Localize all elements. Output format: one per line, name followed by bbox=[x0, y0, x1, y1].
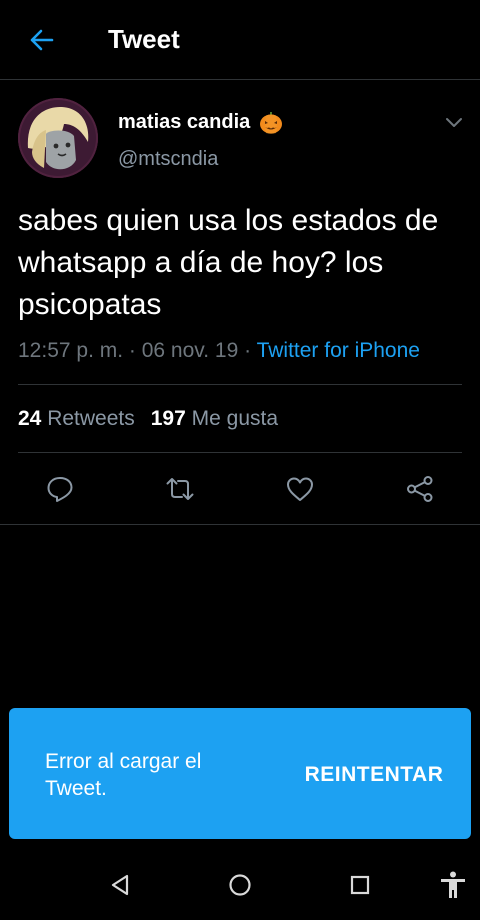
back-button[interactable] bbox=[22, 22, 62, 58]
tweet-action-bar bbox=[0, 468, 480, 508]
divider bbox=[18, 384, 462, 385]
reply-icon bbox=[47, 477, 73, 502]
like-count: 197 bbox=[150, 407, 186, 430]
nav-accessibility-button[interactable] bbox=[438, 870, 468, 900]
avatar-image bbox=[18, 98, 98, 178]
tweet-date: 06 nov. 19 bbox=[141, 339, 239, 362]
like-icon bbox=[287, 477, 313, 501]
author-name-text: matias candia bbox=[118, 111, 251, 133]
meta-separator: · bbox=[238, 339, 257, 362]
home-circle-icon bbox=[229, 874, 251, 896]
tweet-stats: 24 Retweets 197 Me gusta bbox=[18, 404, 278, 434]
retweet-button[interactable] bbox=[165, 474, 195, 504]
tweet-screen: Tweet matias candia @mtscndia sabes quie… bbox=[0, 0, 480, 920]
system-nav-bar bbox=[0, 852, 480, 920]
jack-o-lantern-icon bbox=[260, 112, 283, 134]
share-icon bbox=[407, 476, 433, 502]
retweet-count: 24 bbox=[18, 407, 42, 430]
meta-separator: · bbox=[123, 339, 142, 362]
tweet-meta: 12:57 p. m. · 06 nov. 19 · Twitter for i… bbox=[18, 336, 478, 366]
author-name[interactable]: matias candia bbox=[118, 108, 284, 136]
nav-recents-button[interactable] bbox=[345, 870, 375, 900]
tweet-client-link[interactable]: Twitter for iPhone bbox=[257, 339, 420, 362]
tweet-menu-button[interactable] bbox=[442, 110, 466, 134]
top-app-bar: Tweet bbox=[0, 0, 480, 80]
share-button[interactable] bbox=[405, 474, 435, 504]
reply-button[interactable] bbox=[45, 474, 75, 504]
nav-back-button[interactable] bbox=[105, 870, 135, 900]
divider bbox=[18, 452, 462, 453]
tweet-time: 12:57 p. m. bbox=[18, 339, 124, 362]
retweet-icon bbox=[166, 478, 194, 500]
likes-stat[interactable]: 197 Me gusta bbox=[151, 407, 278, 430]
back-triangle-icon bbox=[111, 874, 129, 896]
accessibility-icon bbox=[441, 871, 465, 898]
chevron-down-icon bbox=[446, 118, 462, 127]
retweets-stat[interactable]: 24 Retweets bbox=[18, 407, 135, 430]
nav-home-button[interactable] bbox=[225, 870, 255, 900]
retry-button[interactable]: REINTENTAR bbox=[289, 760, 459, 790]
page-title: Tweet bbox=[108, 24, 180, 54]
author-handle[interactable]: @mtscndia bbox=[118, 145, 218, 173]
retweet-label: Retweets bbox=[47, 407, 135, 430]
recents-square-icon bbox=[350, 875, 370, 895]
snackbar-message: Error al cargar el Tweet. bbox=[45, 750, 202, 800]
like-button[interactable] bbox=[285, 474, 315, 504]
tweet-text: sabes quien usa los estados de whatsapp … bbox=[18, 204, 439, 321]
like-label: Me gusta bbox=[191, 407, 279, 430]
error-snackbar: Error al cargar el Tweet. REINTENTAR bbox=[9, 708, 471, 839]
arrow-left-icon bbox=[30, 29, 54, 51]
avatar[interactable] bbox=[18, 98, 98, 178]
divider bbox=[0, 524, 480, 525]
